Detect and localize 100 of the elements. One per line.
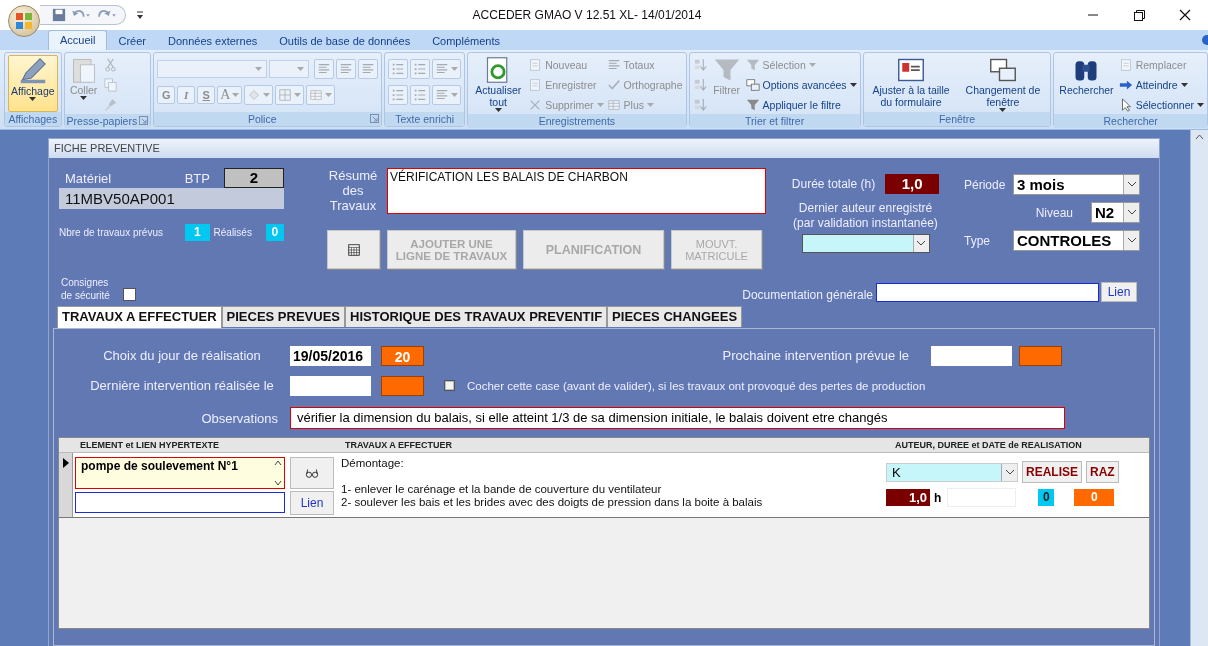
ribbon-button[interactable]: Options avancées: [745, 75, 857, 94]
caret-icon: [1127, 238, 1136, 243]
ribbon-tab[interactable]: Compléments: [421, 32, 511, 50]
field-label: Prochaine intervention prévue le: [722, 348, 909, 363]
work-description: Démontage: 1- enlever le carénage et la bande de couverture du ventilateur 2- soulever les bais et les brides avec des doigts de pression dans la boite à balais: [341, 456, 764, 510]
check-icon: [606, 77, 621, 92]
save-icon[interactable]: [52, 8, 66, 22]
count-value: 0: [1074, 489, 1115, 506]
caret-icon: [1197, 102, 1204, 107]
ribbon-button[interactable]: Actualiser tout: [471, 55, 526, 112]
date-field[interactable]: 19/05/2016: [290, 345, 371, 366]
field-label: BTP: [183, 170, 210, 186]
calendar-button[interactable]: [327, 230, 380, 269]
documentation-field[interactable]: [876, 283, 1099, 302]
preview-button[interactable]: [290, 457, 334, 489]
field-label: Dernier auteur enregistré (par validation instantanée): [792, 201, 939, 231]
lines-icon: [606, 57, 621, 72]
ribbon-tab[interactable]: Outils de base de données: [268, 32, 422, 50]
field-label: Observations: [200, 410, 278, 426]
author-combo[interactable]: [801, 234, 930, 253]
caret-icon: [297, 67, 305, 71]
period-combo[interactable]: 3 mois: [1013, 174, 1140, 195]
form-tab[interactable]: HISTORIQUE DES TRAVAUX PREVENTIF: [345, 306, 608, 327]
group-label: Police: [247, 113, 277, 125]
day-field: [1019, 345, 1062, 366]
day-field: [381, 375, 424, 396]
checkbox[interactable]: [444, 380, 455, 391]
dialog-launcher-icon[interactable]: [139, 116, 149, 125]
field-label: Période: [964, 177, 1006, 192]
caret-icon: [325, 93, 333, 97]
duration-field: 1,0: [886, 489, 930, 506]
pencil-icon: [18, 57, 47, 85]
ribbon-button[interactable]: Appliquer le filtre: [745, 95, 857, 114]
link-button[interactable]: Lien: [290, 491, 334, 515]
ribbon-button[interactable]: Atteindre: [1118, 75, 1204, 94]
scrollbar[interactable]: [1190, 130, 1208, 646]
window-icon: [745, 77, 760, 92]
field-label: Documentation générale: [742, 288, 873, 302]
office-logo-icon: [15, 12, 33, 30]
caret-icon: [849, 82, 857, 87]
field-label: Type: [964, 233, 990, 248]
ribbon-button[interactable]: Rechercher: [1057, 55, 1116, 112]
ribbon-button[interactable]: Sélectionner: [1118, 95, 1204, 114]
field-label: Niveau: [1035, 205, 1073, 220]
ribbon-button[interactable]: Ajuster à la taille du formulaire: [866, 55, 956, 112]
caret-icon: [263, 93, 271, 97]
page-icon: [1118, 57, 1133, 72]
author-combo[interactable]: K: [886, 462, 1018, 482]
link-button[interactable]: Lien: [1101, 282, 1137, 302]
date-field[interactable]: [931, 345, 1012, 366]
observations-field[interactable]: vérifier la dimension du balais, si elle atteint 1/3 de sa dimension initiale, le balais doivent etre changés: [290, 407, 1065, 429]
ribbon-tab[interactable]: Données externes: [157, 32, 269, 50]
scroll-arrows-icon[interactable]: [274, 459, 282, 487]
field-label: Dernière intervention réalisée le: [89, 378, 275, 393]
calendar-icon: [346, 242, 361, 257]
window-icon: [988, 56, 1017, 84]
ribbon-tab[interactable]: Créer: [107, 32, 157, 50]
caret-icon: [1127, 210, 1136, 215]
field-label: Matériel: [64, 170, 113, 186]
type-combo[interactable]: CONTROLES: [1013, 230, 1140, 251]
window-title: ACCEDER GMAO V 12.51 XL- 14/01/2014: [471, 8, 703, 22]
checkbox[interactable]: [123, 288, 136, 301]
column-header: AUTEUR, DUREE et DATE de REALISATION: [895, 440, 1082, 450]
reset-button[interactable]: RAZ: [1086, 461, 1119, 483]
ribbon-button[interactable]: Affichage: [8, 55, 58, 112]
caret-icon: [647, 102, 655, 107]
form-tab[interactable]: PIECES PREVUES: [221, 306, 345, 327]
level-combo[interactable]: N2: [1091, 202, 1140, 223]
table-icon: [606, 97, 621, 112]
group-label: Rechercher: [1103, 115, 1158, 127]
group-label: Fenêtre: [938, 113, 976, 125]
element-field[interactable]: pompe de soulevement N°1: [75, 457, 285, 489]
office-button[interactable]: [8, 5, 40, 37]
caret-icon: [451, 67, 459, 71]
checkbox-label: Cocher cette case (avant de valider), si les travaux ont provoqué des pertes de production: [467, 379, 926, 392]
caret-icon: [1180, 82, 1188, 87]
caret-icon: [596, 102, 604, 107]
ribbon-button[interactable]: Changement de fenêtre: [958, 55, 1048, 112]
group-label: Presse-papiers: [66, 115, 138, 127]
current-record-icon: [62, 458, 69, 468]
summary-field[interactable]: VÉRIFICATION LES BALAIS DE CHARBON: [387, 168, 766, 214]
dialog-launcher-icon[interactable]: [370, 114, 380, 123]
record-selector[interactable]: [59, 453, 73, 517]
count-label: Nbre de travaux prévus: [59, 227, 163, 238]
count-value: 0: [265, 224, 284, 241]
count-value: 1: [184, 224, 210, 241]
realise-button[interactable]: REALISE: [1022, 461, 1082, 483]
customize-icon[interactable]: [136, 10, 144, 20]
caret-icon: [294, 93, 302, 97]
caret-icon: [451, 93, 459, 97]
glasses-icon: [305, 466, 319, 480]
form-tab[interactable]: TRAVAUX A EFFECTUER: [57, 306, 222, 328]
form-icon: [897, 56, 926, 84]
funnel-icon: [745, 57, 760, 72]
field-label: Durée totale (h): [791, 177, 876, 191]
link-field[interactable]: [75, 492, 285, 513]
ribbon-tab[interactable]: Accueil: [48, 30, 108, 50]
count-label: Réalisés: [213, 227, 252, 238]
date-field[interactable]: [290, 375, 371, 396]
form-tab[interactable]: PIECES CHANGEES: [607, 306, 743, 327]
